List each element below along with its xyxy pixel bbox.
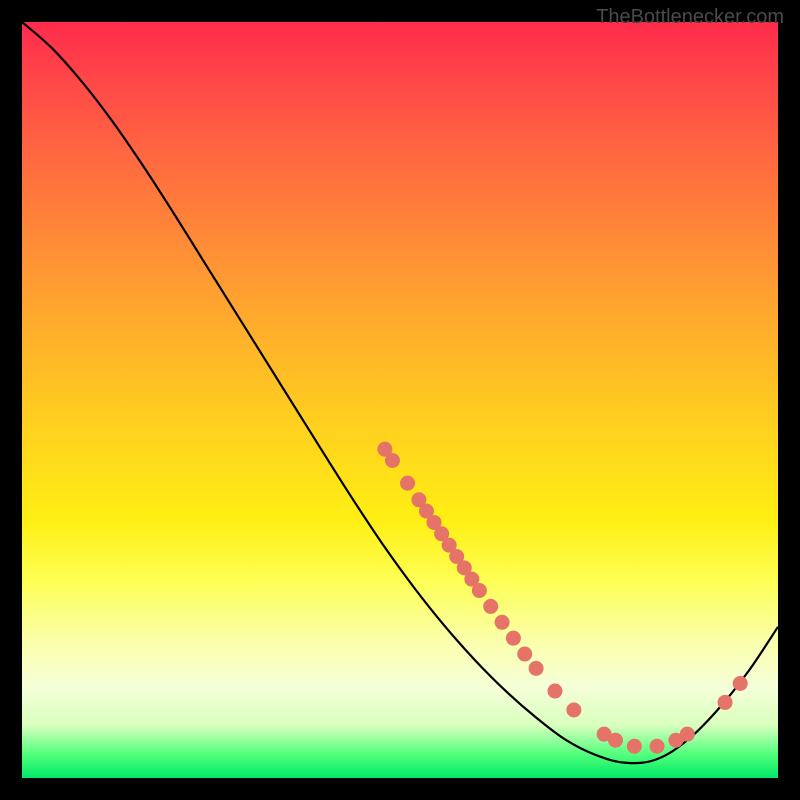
data-marker	[385, 453, 400, 468]
data-marker	[483, 599, 498, 614]
data-marker	[608, 733, 623, 748]
data-marker	[566, 702, 581, 717]
chart-svg	[22, 22, 778, 778]
data-markers	[377, 442, 747, 754]
data-marker	[650, 739, 665, 754]
data-marker	[529, 661, 544, 676]
data-marker	[733, 676, 748, 691]
data-marker	[506, 631, 521, 646]
data-marker	[627, 739, 642, 754]
data-marker	[495, 615, 510, 630]
data-marker	[547, 684, 562, 699]
data-marker	[472, 583, 487, 598]
watermark-text: TheBottlenecker.com	[596, 6, 784, 29]
data-marker	[680, 727, 695, 742]
data-marker	[400, 476, 415, 491]
data-marker	[517, 647, 532, 662]
data-marker	[718, 695, 733, 710]
chart-plot	[22, 22, 778, 778]
bottleneck-curve	[22, 22, 778, 763]
